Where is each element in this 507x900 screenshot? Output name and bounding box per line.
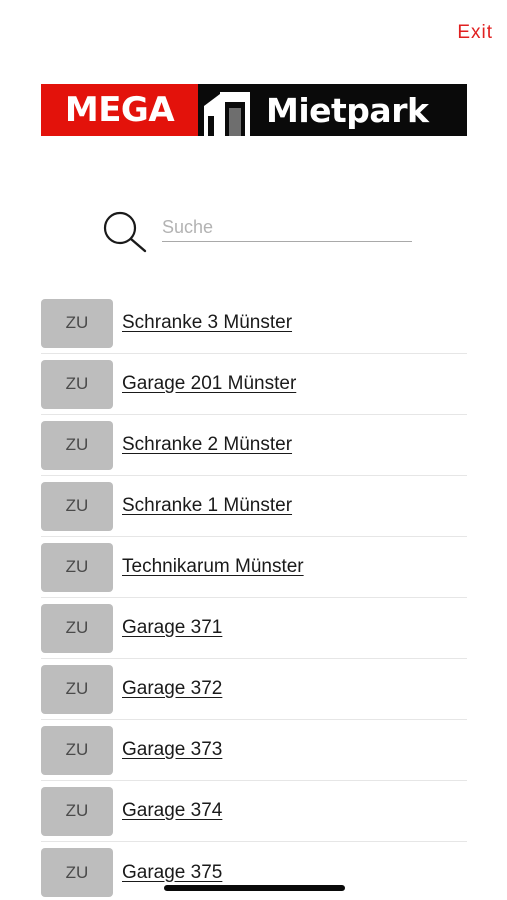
search-input[interactable] <box>162 214 412 242</box>
list-item: ZU Garage 371 <box>41 598 467 659</box>
device-list: ZU Schranke 3 Münster ZU Garage 201 Müns… <box>41 293 467 900</box>
app-screen: Exit MEGA Mietpark ZU Schranke 3 Mün <box>0 0 507 900</box>
list-item: ZU Garage 201 Münster <box>41 354 467 415</box>
device-name-link[interactable]: Garage 372 <box>122 678 222 700</box>
device-name-link[interactable]: Garage 371 <box>122 617 222 639</box>
device-name-link[interactable]: Schranke 3 Münster <box>122 312 292 334</box>
logo-mega-text: MEGA <box>64 90 175 130</box>
search-bar <box>100 206 412 253</box>
close-button[interactable]: ZU <box>41 359 113 409</box>
logo-red-block: MEGA <box>41 84 198 136</box>
device-name-link[interactable]: Garage 373 <box>122 739 222 761</box>
close-button[interactable]: ZU <box>41 603 113 653</box>
device-name-link[interactable]: Garage 374 <box>122 800 222 822</box>
building-icon <box>204 92 250 136</box>
list-item: ZU Schranke 2 Münster <box>41 415 467 476</box>
list-item: ZU Garage 375 <box>41 842 467 900</box>
close-button[interactable]: ZU <box>41 298 113 348</box>
close-button[interactable]: ZU <box>41 481 113 531</box>
close-button[interactable]: ZU <box>41 420 113 470</box>
device-name-link[interactable]: Garage 201 Münster <box>122 373 296 395</box>
device-name-link[interactable]: Schranke 1 Münster <box>122 495 292 517</box>
close-button[interactable]: ZU <box>41 725 113 775</box>
device-name-link[interactable]: Garage 375 <box>122 862 222 884</box>
home-indicator[interactable] <box>164 885 345 891</box>
close-button[interactable]: ZU <box>41 786 113 836</box>
list-item: ZU Technikarum Münster <box>41 537 467 598</box>
logo-black-block: Mietpark <box>198 84 467 136</box>
list-item: ZU Garage 373 <box>41 720 467 781</box>
close-button[interactable]: ZU <box>41 848 113 897</box>
device-name-link[interactable]: Schranke 2 Münster <box>122 434 292 456</box>
close-button[interactable]: ZU <box>41 542 113 592</box>
list-item: ZU Garage 374 <box>41 781 467 842</box>
mega-mietpark-logo: MEGA Mietpark <box>41 84 467 136</box>
search-icon <box>103 211 147 253</box>
list-item: ZU Garage 372 <box>41 659 467 720</box>
list-item: ZU Schranke 1 Münster <box>41 476 467 537</box>
exit-button[interactable]: Exit <box>457 22 493 44</box>
list-item: ZU Schranke 3 Münster <box>41 293 467 354</box>
close-button[interactable]: ZU <box>41 664 113 714</box>
device-name-link[interactable]: Technikarum Münster <box>122 556 304 578</box>
logo-mietpark-text: Mietpark <box>266 90 429 130</box>
